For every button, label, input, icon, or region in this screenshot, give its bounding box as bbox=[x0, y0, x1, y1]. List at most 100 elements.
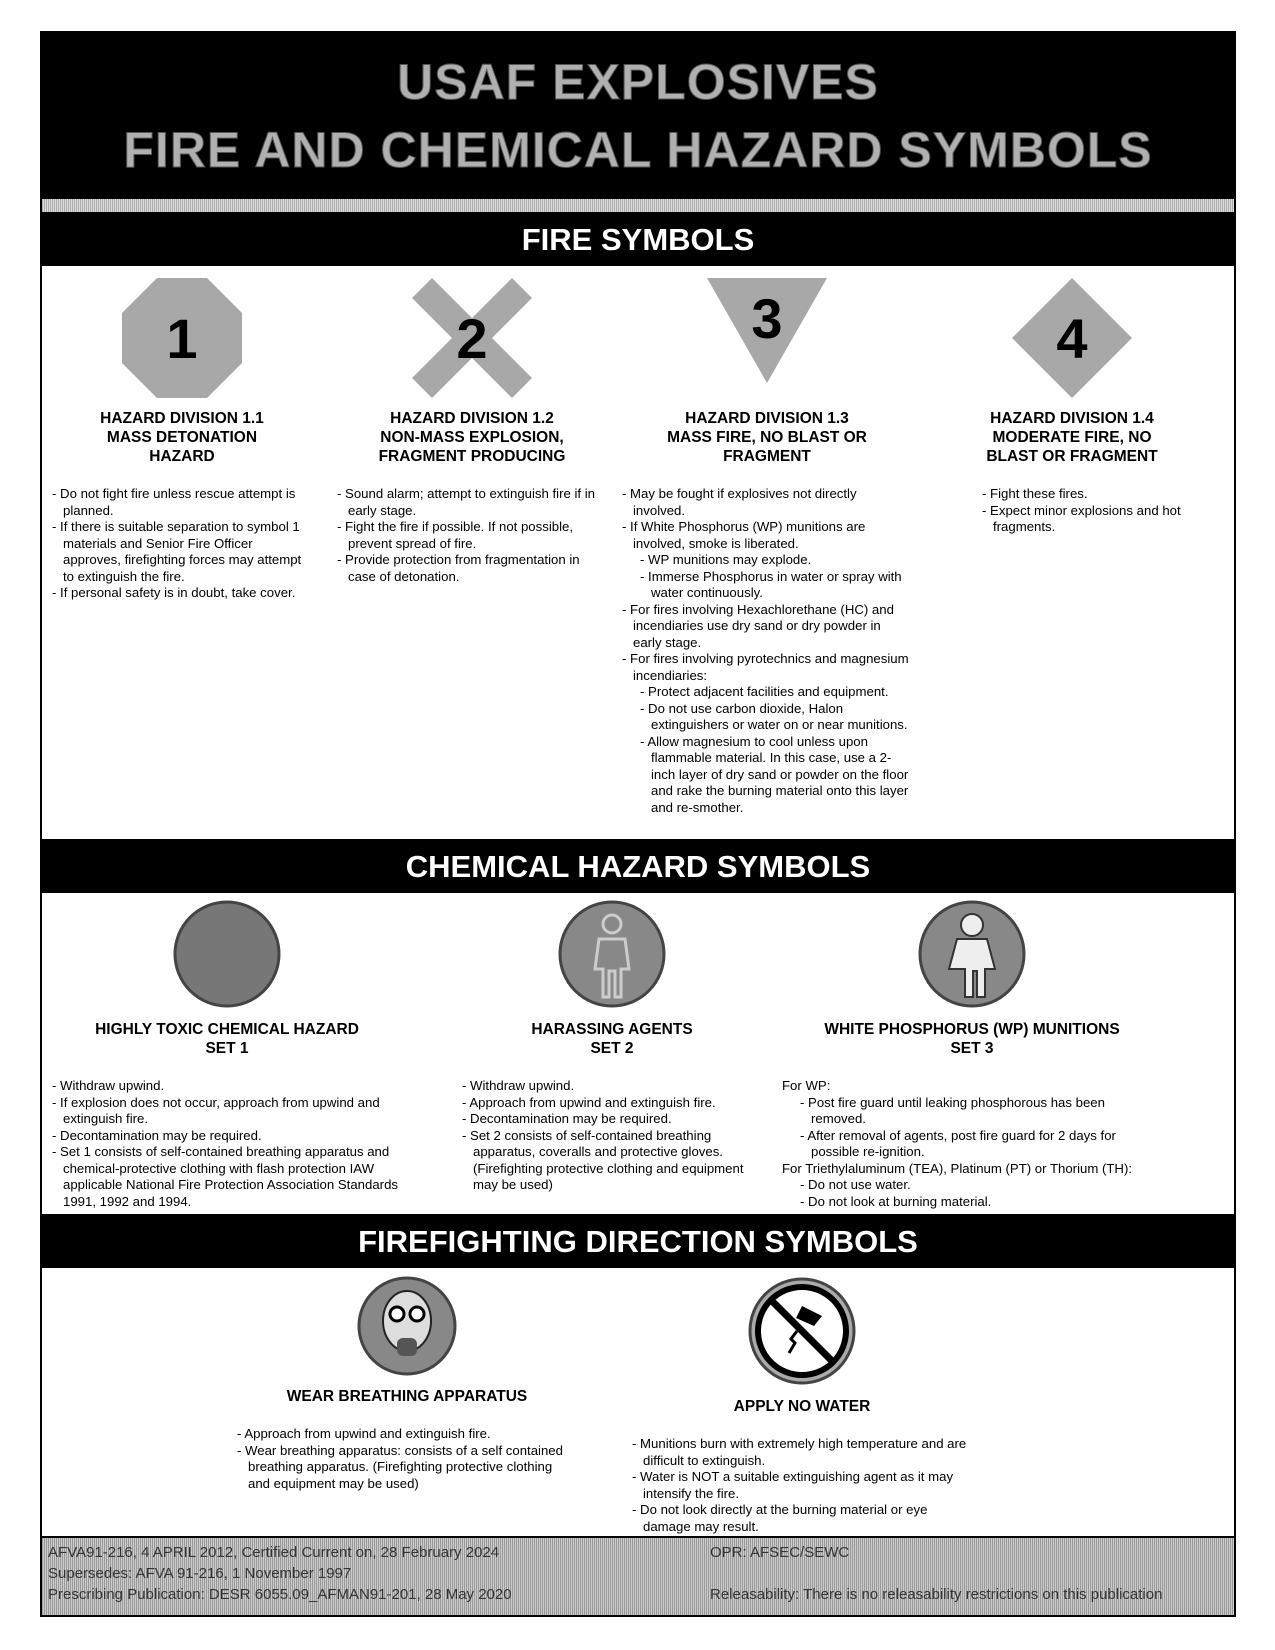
fire-symbols-header: FIRE SYMBOLS bbox=[42, 214, 1234, 266]
instruction-item: - Allow magnesium to cool unless upon fl… bbox=[640, 733, 909, 815]
instruction-item: - Do not fight fire unless rescue attemp… bbox=[52, 486, 296, 518]
symbol-title: MASS DETONATION bbox=[106, 429, 258, 446]
firefighting-direction-header: FIREFIGHTING DIRECTION SYMBOLS bbox=[42, 1216, 1234, 1268]
direction-symbol-gas-mask: WEAR BREATHING APPARATUS - Approach from … bbox=[237, 1276, 577, 1492]
instruction-item: - Approach from upwind and extinguish fi… bbox=[237, 1426, 491, 1441]
symbol-title: WEAR BREATHING APPARATUS bbox=[286, 1388, 528, 1405]
fire-symbols-section: 1 HAZARD DIVISION 1.1 MASS DETONATION HAZAR… bbox=[42, 266, 1234, 841]
footer: AFVA91-216, 4 APRIL 2012, Certified Curr… bbox=[42, 1538, 1234, 1615]
instruction-list: - May be fought if explosives not direct… bbox=[622, 486, 912, 816]
fire-symbol-4: 4 HAZARD DIVISION 1.4 MODERATE FIRE, NO BLA… bbox=[942, 278, 1202, 536]
instruction-item: - Post fire guard until leaking phosphor… bbox=[800, 1094, 1105, 1127]
instruction-item: - If White Phosphorus (WP) munitions are… bbox=[622, 519, 866, 551]
toxic-circle-icon bbox=[52, 899, 402, 1014]
instruction-list: - Fight these fires. - Expect minor explo… bbox=[982, 486, 1202, 536]
instruction-item: - After removal of agents, post fire gua… bbox=[800, 1127, 1116, 1160]
chemical-symbol-set-2: HARASSING AGENTS SET 2- Withdraw upwind. -… bbox=[462, 899, 762, 1194]
symbol-title: SET 1 bbox=[205, 1040, 249, 1057]
chemical-symbol-set-1: HIGHLY TOXIC CHEMICAL HAZARD SET 1 - Withd… bbox=[52, 899, 402, 1210]
fire-symbol-3: 3 HAZARD DIVISION 1.3 MASS FIRE, NO BLAST … bbox=[622, 278, 912, 816]
instruction-item: - For fires involving pyrotechnics and m… bbox=[622, 651, 909, 683]
instruction-item: - Wear breathing apparatus: consists of … bbox=[237, 1442, 563, 1491]
instruction-list: - Sound alarm; attempt to extinguish fir… bbox=[337, 486, 607, 585]
symbol-title: SET 3 bbox=[950, 1040, 994, 1057]
instruction-item: - WP munitions may explode. bbox=[640, 552, 812, 567]
instruction-list: - Do not fight fire unless rescue attemp… bbox=[52, 486, 312, 602]
instruction-item: - If there is suitable separation to sym… bbox=[52, 519, 302, 584]
instruction-item: - Do not use carbon dioxide, Halon extin… bbox=[640, 700, 908, 733]
instruction-item: - Set 1 consists of self-contained breat… bbox=[52, 1144, 399, 1209]
instruction-item: - Water is NOT a suitable extinguishing … bbox=[632, 1469, 954, 1501]
divider-stripe bbox=[42, 199, 1234, 214]
instruction-item: - Do not look at burning material. bbox=[800, 1193, 992, 1209]
title-line-2: FIRE AND CHEMICAL HAZARD SYMBOLS bbox=[123, 122, 1153, 179]
instruction-item: - Do not use water. bbox=[800, 1177, 911, 1192]
symbol-title: WHITE PHOSPHORUS (WP) MUNITIONS bbox=[824, 1021, 1120, 1038]
svg-text:3: 3 bbox=[751, 287, 782, 350]
instruction-item: - Withdraw upwind. bbox=[52, 1078, 165, 1093]
symbol-title: HAZARD DIVISION 1.3 bbox=[685, 410, 849, 427]
symbol-title: MODERATE FIRE, NO bbox=[992, 429, 1152, 446]
symbol-title: HIGHLY TOXIC CHEMICAL HAZARD bbox=[95, 1021, 359, 1038]
footer-opr: OPR: AFSEC/SEWC bbox=[710, 1544, 850, 1561]
symbol-title: NON-MASS EXPLOSION, bbox=[380, 429, 564, 446]
symbol-title: FRAGMENT PRODUCING bbox=[378, 448, 566, 465]
instruction-item: For WP: bbox=[782, 1078, 831, 1093]
chemical-hazard-section: HIGHLY TOXIC CHEMICAL HAZARD SET 1 - Withd… bbox=[42, 893, 1234, 1216]
instruction-item: - Decontamination may be required. bbox=[52, 1127, 262, 1143]
symbol-title: HAZARD bbox=[149, 448, 215, 465]
poster: USAF EXPLOSIVES FIRE AND CHEMICAL HAZARD… bbox=[40, 31, 1236, 1617]
poster-title: USAF EXPLOSIVES FIRE AND CHEMICAL HAZARD… bbox=[42, 33, 1234, 199]
gas-mask-icon bbox=[237, 1276, 577, 1381]
svg-text:2: 2 bbox=[456, 307, 487, 370]
instruction-item: - For fires involving Hexachlorethane (H… bbox=[622, 601, 894, 650]
instruction-item: - If explosion does not occur, approach … bbox=[52, 1094, 380, 1127]
instruction-item: - Withdraw upwind. bbox=[462, 1078, 575, 1093]
instruction-item: - Sound alarm; attempt to extinguish fir… bbox=[337, 486, 596, 518]
instruction-item: - Set 2 consists of self-contained breat… bbox=[462, 1127, 744, 1193]
instruction-item: - Decontamination may be required. bbox=[462, 1111, 672, 1126]
instruction-list: - Withdraw upwind. - Approach from upwind… bbox=[462, 1078, 762, 1194]
instruction-item: - Do not look directly at the burning ma… bbox=[632, 1502, 928, 1534]
cross-icon: 2 bbox=[337, 278, 607, 403]
symbol-title: HAZARD DIVISION 1.1 bbox=[100, 410, 264, 427]
inverted-triangle-icon: 3 bbox=[622, 278, 912, 403]
instruction-item: - Fight the fire if possible. If not pos… bbox=[337, 519, 574, 551]
svg-text:1: 1 bbox=[166, 307, 197, 370]
instruction-item: - May be fought if explosives not direct… bbox=[622, 486, 857, 518]
diamond-icon: 4 bbox=[942, 278, 1202, 403]
chemical-symbol-set-3: WHITE PHOSPHORUS (WP) MUNITIONS SET 3 For … bbox=[782, 899, 1162, 1210]
instruction-item: - If personal safety is in doubt, take c… bbox=[52, 585, 296, 600]
symbol-title: APPLY NO WATER bbox=[733, 1398, 871, 1415]
symbol-title: BLAST OR FRAGMENT bbox=[986, 448, 1158, 465]
no-water-icon bbox=[632, 1276, 972, 1391]
symbol-title: HAZARD DIVISION 1.4 bbox=[990, 410, 1154, 427]
firefighting-direction-section: WEAR BREATHING APPARATUS - Approach from … bbox=[42, 1268, 1234, 1538]
instruction-list: - Munitions burn with extremely high tem… bbox=[632, 1436, 972, 1535]
suited-person-icon bbox=[782, 899, 1162, 1014]
fire-symbol-2: 2 HAZARD DIVISION 1.2 NON-MASS EXPLOSION, F… bbox=[337, 278, 607, 585]
instruction-item: - Fight these fires. bbox=[982, 486, 1088, 501]
svg-text:4: 4 bbox=[1056, 307, 1087, 370]
footer-releasability: Releasability: There is no releasability… bbox=[710, 1586, 1163, 1603]
symbol-title: FRAGMENT bbox=[723, 448, 811, 465]
title-line-1: USAF EXPLOSIVES bbox=[397, 54, 879, 111]
coverall-person-icon bbox=[462, 899, 762, 1014]
instruction-list: - Withdraw upwind. - If explosion does no… bbox=[52, 1078, 402, 1210]
chemical-hazard-header: CHEMICAL HAZARD SYMBOLS bbox=[42, 841, 1234, 893]
symbol-title: HAZARD DIVISION 1.2 bbox=[390, 410, 554, 427]
symbol-title: SET 2 bbox=[590, 1040, 634, 1057]
instruction-item: - Immerse Phosphorus in water or spray w… bbox=[640, 568, 902, 601]
instruction-list: For WP: - Post fire guard until leaking p… bbox=[782, 1078, 1162, 1210]
instruction-item: - Expect minor explosions and hot fragme… bbox=[982, 502, 1181, 535]
direction-symbol-no-water: APPLY NO WATER - Munitions burn with extr… bbox=[632, 1276, 972, 1535]
symbol-title: MASS FIRE, NO BLAST OR bbox=[667, 429, 867, 446]
octagon-icon: 1 bbox=[52, 278, 312, 403]
instruction-item: - Protect adjacent facilities and equipm… bbox=[640, 684, 889, 699]
instruction-item: - Approach from upwind and extinguish fi… bbox=[462, 1094, 716, 1110]
fire-symbol-1: 1 HAZARD DIVISION 1.1 MASS DETONATION HAZAR… bbox=[52, 278, 312, 602]
instruction-item: - Munitions burn with extremely high tem… bbox=[632, 1436, 967, 1468]
instruction-list: - Approach from upwind and extinguish fi… bbox=[237, 1426, 577, 1492]
instruction-item: - Provide protection from fragmentation … bbox=[337, 552, 580, 584]
symbol-title: HARASSING AGENTS bbox=[531, 1021, 693, 1038]
